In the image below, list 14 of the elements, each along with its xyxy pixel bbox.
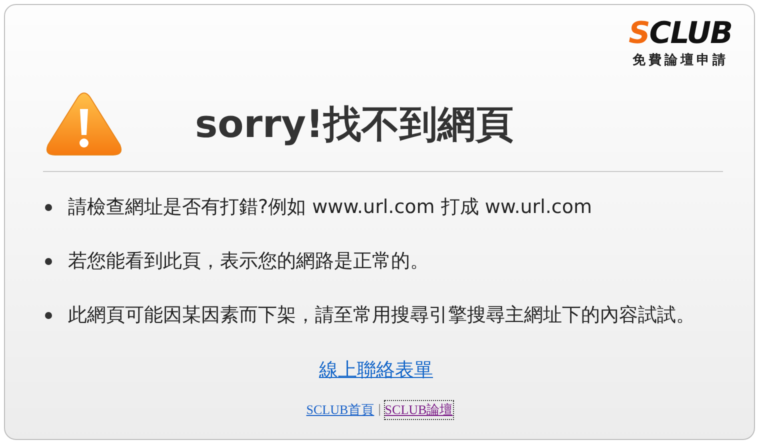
warning-icon bbox=[45, 91, 123, 157]
page-title: sorry!找不到網頁 bbox=[195, 100, 514, 148]
logo-tagline: 免費論壇申請 bbox=[632, 52, 728, 69]
bullet-text: 此網頁可能因某因素而下架，請至常用搜尋引擎搜尋主網址下的內容試試。 bbox=[68, 303, 696, 328]
bullet-icon bbox=[45, 204, 52, 211]
contact-form-link[interactable]: 線上聯絡表單 bbox=[319, 360, 433, 381]
bullet-text: 若您能看到此頁，表示您的網路是正常的。 bbox=[68, 249, 430, 274]
logo-text: SCLUB bbox=[628, 19, 732, 49]
footer-link[interactable]: SCLUB論壇 bbox=[384, 401, 453, 419]
bullet-text: 請檢查網址是否有打錯?例如 www.url.com 打成 ww.url.com bbox=[68, 195, 593, 220]
separator-text: | bbox=[378, 401, 381, 418]
footer-link[interactable]: SCLUB首頁 bbox=[306, 401, 374, 419]
bullet-icon bbox=[45, 258, 52, 265]
bullet-icon bbox=[45, 312, 52, 319]
